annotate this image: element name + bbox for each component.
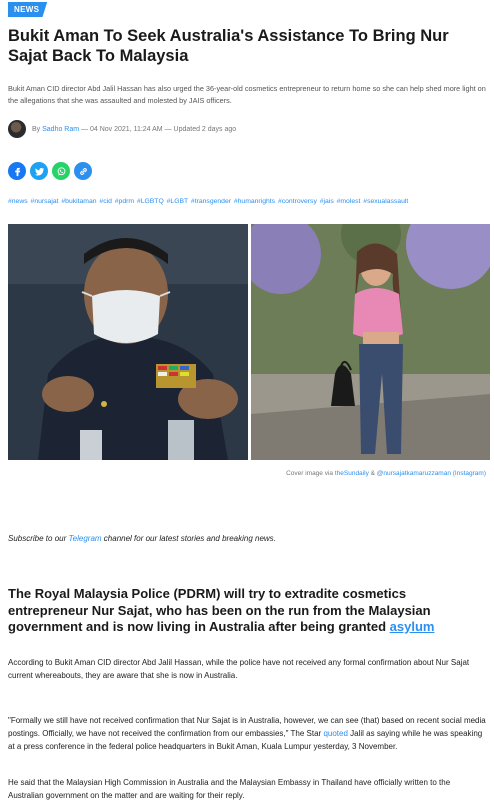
share-bar [8, 162, 92, 180]
telegram-link[interactable]: Telegram [69, 534, 102, 543]
caption-amp: & [370, 470, 375, 477]
caption-source-link-2[interactable]: @nursajatkamaruzzaman (Instagram) [377, 470, 486, 477]
paragraph-2: "Formally we still have not received con… [8, 714, 486, 753]
facebook-icon [14, 167, 20, 176]
hashtag-list[interactable]: #news #nursajat #bukitaman #cid #pdrm #L… [8, 198, 486, 205]
paragraph-1: According to Bukit Aman CID director Abd… [8, 658, 470, 680]
cover-photo-nur-sajat [251, 224, 490, 460]
twitter-share-button[interactable] [30, 162, 48, 180]
asylum-link[interactable]: asylum [390, 619, 435, 634]
whatsapp-share-button[interactable] [52, 162, 70, 180]
subscribe-line: Subscribe to our Telegram channel for ou… [8, 534, 276, 543]
byline-by: By [32, 125, 41, 133]
whatsapp-icon [57, 166, 65, 176]
article-page: NEWS Bukit Aman To Seek Australia's Assi… [0, 0, 494, 808]
article-lede: Bukit Aman CID director Abd Jalil Hassan… [8, 84, 486, 105]
police-director-illustration [8, 224, 248, 460]
subscribe-before: Subscribe to our [8, 534, 67, 543]
cover-image [8, 224, 490, 460]
paragraph-3: He said that the Malaysian High Commissi… [8, 778, 451, 800]
author-link[interactable]: Sadho Ram [42, 126, 79, 133]
article-subheading: The Royal Malaysia Police (PDRM) will tr… [8, 586, 486, 636]
author-avatar[interactable] [8, 120, 26, 138]
caption-source-link-1[interactable]: theSundaily [335, 470, 369, 477]
facebook-share-button[interactable] [8, 162, 26, 180]
cover-photo-police-director [8, 224, 248, 460]
byline-meta: — 04 Nov 2021, 11:24 AM — Updated 2 days… [81, 125, 237, 133]
article-title: Bukit Aman To Seek Australia's Assistanc… [8, 27, 449, 65]
subheading-text: The Royal Malaysia Police (PDRM) will tr… [8, 586, 431, 634]
copy-link-button[interactable] [74, 162, 92, 180]
image-caption: Cover image via theSundaily & @nursajatk… [286, 470, 486, 477]
byline: By Sadho Ram — 04 Nov 2021, 11:24 AM — U… [8, 120, 236, 138]
link-icon [79, 167, 87, 175]
news-badge[interactable]: NEWS [8, 2, 48, 17]
nur-sajat-illustration [251, 224, 490, 460]
quoted-link[interactable]: quoted [323, 729, 347, 738]
subscribe-after: channel for our latest stories and break… [103, 534, 276, 543]
twitter-icon [34, 167, 44, 176]
caption-prefix: Cover image via [286, 470, 334, 477]
